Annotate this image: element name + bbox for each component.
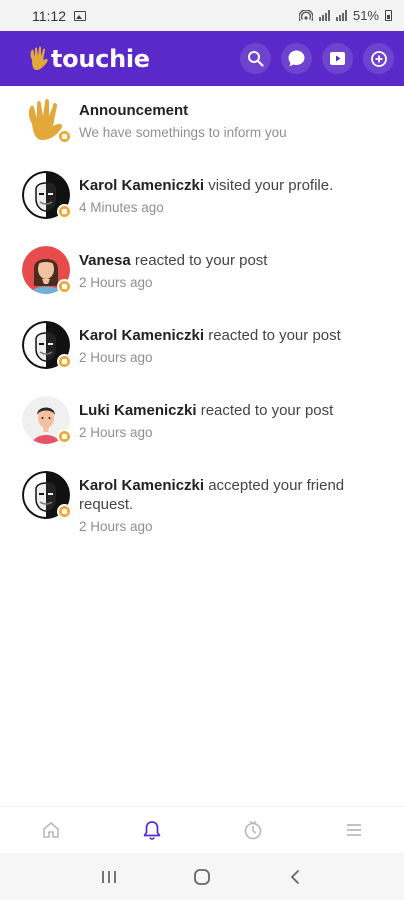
back-button[interactable] <box>280 862 310 892</box>
search-icon <box>248 51 264 67</box>
notification-action: reacted to your post <box>204 327 341 344</box>
create-button[interactable] <box>363 43 394 74</box>
cell-signal-icon <box>335 10 347 21</box>
notification-text: Karol Kameniczki visited your profile. <box>79 176 333 195</box>
gallery-icon <box>74 10 86 21</box>
avatar[interactable] <box>22 171 72 219</box>
tab-activity[interactable] <box>202 807 303 853</box>
status-time: 11:12 <box>32 7 66 24</box>
notification-time: 2 Hours ago <box>79 519 153 534</box>
tab-home[interactable] <box>0 807 101 853</box>
thumb-icon <box>61 208 68 215</box>
bell-icon <box>143 821 160 840</box>
battery-percent: 51% <box>352 8 379 23</box>
search-button[interactable] <box>240 43 271 74</box>
reaction-badge <box>57 354 72 369</box>
video-button[interactable] <box>322 43 353 74</box>
notification-time: 4 Minutes ago <box>79 200 164 215</box>
notification-name[interactable]: Karol Kameniczki <box>79 477 204 494</box>
reaction-badge <box>57 429 72 444</box>
notification-time: 2 Hours ago <box>79 425 153 440</box>
avatar[interactable] <box>22 321 72 369</box>
avatar <box>22 96 72 144</box>
menu-icon <box>346 824 361 836</box>
recents-button[interactable] <box>94 862 124 892</box>
status-bar: 11:12 51% <box>0 0 404 31</box>
recents-icon <box>101 870 116 883</box>
hotspot-icon <box>298 9 313 21</box>
avatar[interactable] <box>22 246 72 294</box>
thumb-icon <box>61 133 68 140</box>
notification-item[interactable]: Karol Kameniczki accepted your friend re… <box>0 461 404 551</box>
notification-name[interactable]: Luki Kameniczki <box>79 402 197 419</box>
notification-subtitle: We have somethings to inform you <box>79 125 287 140</box>
system-navigation <box>0 853 404 900</box>
notification-text: Luki Kameniczki reacted to your post <box>79 401 333 420</box>
notification-name[interactable]: Karol Kameniczki <box>79 327 204 344</box>
notification-text: Vanesa reacted to your post <box>79 251 267 270</box>
back-icon <box>291 869 300 884</box>
notification-item[interactable]: Karol Kameniczki visited your profile. 4… <box>0 161 404 236</box>
bottom-navigation <box>0 806 404 853</box>
activity-icon <box>244 820 261 840</box>
avatar[interactable] <box>22 471 72 519</box>
app-logo[interactable]: touchie <box>28 45 150 73</box>
home-system-button[interactable] <box>187 862 217 892</box>
notification-text: Karol Kameniczki reacted to your post <box>79 326 341 345</box>
wifi-signal-icon <box>318 10 330 21</box>
notification-item[interactable]: Vanesa reacted to your post 2 Hours ago <box>0 236 404 311</box>
play-video-icon <box>330 52 345 65</box>
app-name: touchie <box>51 44 150 73</box>
notification-item[interactable]: Luki Kameniczki reacted to your post 2 H… <box>0 386 404 461</box>
notification-action: reacted to your post <box>130 252 268 269</box>
notification-action: visited your profile. <box>204 177 334 194</box>
thumb-icon <box>61 508 68 515</box>
touchie-hand-icon <box>30 46 48 70</box>
chat-bubble-icon <box>288 50 305 67</box>
reaction-badge <box>57 504 72 519</box>
reaction-badge <box>57 279 72 294</box>
thumb-icon <box>61 433 68 440</box>
thumb-icon <box>61 358 68 365</box>
home-icon <box>42 822 59 838</box>
avatar[interactable] <box>22 396 72 444</box>
notification-item[interactable]: Karol Kameniczki reacted to your post 2 … <box>0 311 404 386</box>
battery-icon <box>385 10 392 21</box>
notification-item[interactable]: Announcement We have somethings to infor… <box>0 86 404 161</box>
thumb-icon <box>61 283 68 290</box>
reaction-badge <box>57 204 72 219</box>
notification-time: 2 Hours ago <box>79 350 153 365</box>
reaction-badge <box>57 129 72 144</box>
notification-name[interactable]: Vanesa <box>79 252 131 269</box>
add-circle-icon <box>370 50 387 67</box>
tab-notifications[interactable] <box>101 807 202 853</box>
notification-text: Karol Kameniczki accepted your friend re… <box>79 476 369 514</box>
tab-menu[interactable] <box>303 807 404 853</box>
notification-text: Announcement <box>79 101 287 120</box>
messages-button[interactable] <box>281 43 312 74</box>
notification-name[interactable]: Karol Kameniczki <box>79 177 204 194</box>
app-header: touchie <box>0 31 404 86</box>
notification-action: reacted to your post <box>196 402 334 419</box>
notification-list: Announcement We have somethings to infor… <box>0 86 404 551</box>
notification-name: Announcement <box>79 102 189 119</box>
notification-time: 2 Hours ago <box>79 275 153 290</box>
home-circle-icon <box>194 868 210 885</box>
